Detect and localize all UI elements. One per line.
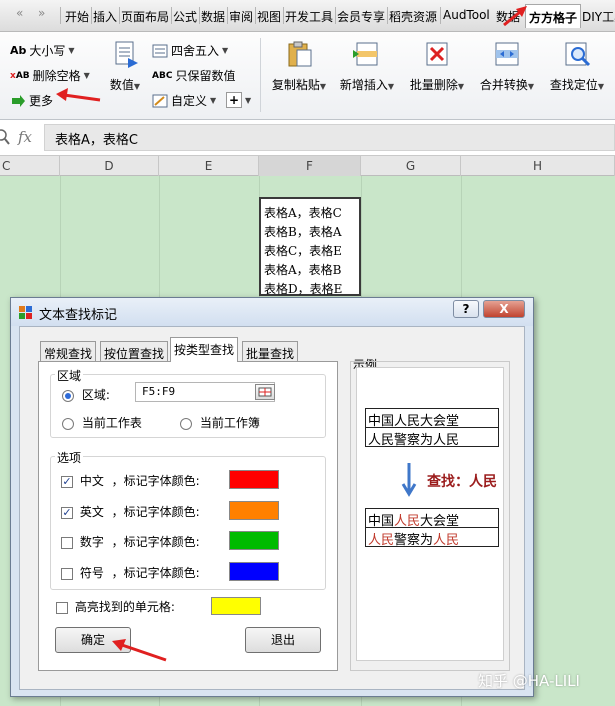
annotation-arrows (56, 6, 527, 662)
arrow-to-tab-fangfanggezi (503, 6, 527, 27)
arrow-to-more-button (56, 88, 101, 102)
tab-type-find[interactable]: 按类型查找 (170, 337, 239, 362)
arrow-to-ok-button (112, 639, 167, 662)
watermark: 知乎 @HA-LILI (478, 672, 580, 690)
